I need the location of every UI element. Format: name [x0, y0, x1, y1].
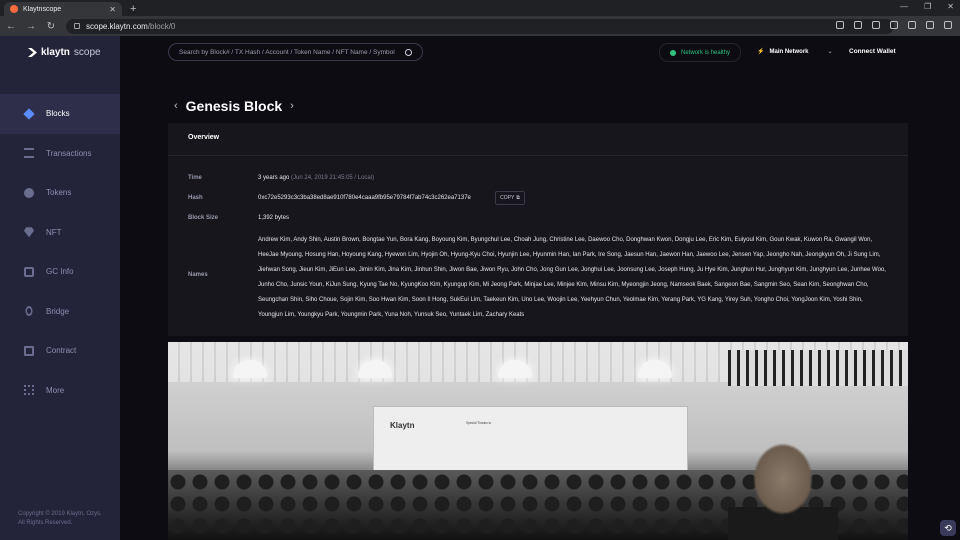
chevron-right-icon[interactable]: ›: [290, 100, 294, 112]
close-window-icon[interactable]: ✕: [947, 2, 954, 11]
network-selector[interactable]: ⚡ Main Network ⌄: [757, 48, 833, 56]
photo-ceiling-slats: [728, 350, 908, 386]
tokens-icon: [24, 187, 34, 198]
hash-label: Hash: [188, 195, 203, 201]
more-icon: [24, 385, 34, 396]
connect-wallet-button[interactable]: Connect Wallet: [849, 48, 896, 55]
sidebar-item-label: Tokens: [46, 188, 72, 198]
overview-card: Overview Time 3 years ago (Jun 24, 2019 …: [168, 123, 908, 336]
sidebar-item-bridge[interactable]: Bridge: [0, 292, 120, 332]
time-label: Time: [188, 175, 202, 181]
sidebar-item-label: Blocks: [46, 109, 70, 119]
extensions-icon[interactable]: [890, 21, 898, 29]
chevron-left-icon[interactable]: ‹: [174, 100, 178, 112]
window-controls: — ❐ ✕: [900, 2, 954, 11]
photo-wall-thanks: Special Thanks to: [466, 421, 492, 425]
bookmark-star-icon[interactable]: [872, 21, 880, 29]
status-dot-icon: [670, 49, 676, 56]
genesis-team-photo: Klaytn Special Thanks to: [168, 342, 908, 540]
logo-suffix: scope: [73, 47, 101, 58]
network-icon: ⚡: [757, 49, 765, 55]
chevron-down-icon: ⌄: [827, 49, 833, 55]
sidebar-item-label: GC Info: [46, 267, 74, 277]
names-label: Names: [188, 272, 208, 278]
sidebar-item-gc-info[interactable]: GC Info: [0, 252, 120, 292]
page-title: Genesis Block: [185, 98, 283, 114]
time-value: 3 years ago (Jun 24, 2019 21:45:05 / Loc…: [258, 175, 374, 181]
page-heading: ‹ Genesis Block ›: [174, 98, 294, 114]
sidebar-item-blocks[interactable]: Blocks: [0, 94, 120, 134]
search-input[interactable]: Search by Block# / TX Hash / Account / T…: [168, 43, 423, 61]
share-icon[interactable]: [854, 21, 862, 29]
logo-brand: klaytn: [41, 47, 70, 58]
browser-tab-bar: Klaytnscope ✕ + — ❐ ✕: [0, 0, 960, 16]
favicon-icon: [10, 5, 18, 13]
cube-icon: [23, 108, 35, 120]
sidebar-item-tokens[interactable]: Tokens: [0, 173, 120, 213]
copy-hash-button[interactable]: COPY ⧉: [495, 191, 525, 205]
search-placeholder: Search by Block# / TX Hash / Account / T…: [179, 48, 395, 56]
sidebar-item-label: Transactions: [46, 148, 92, 158]
menu-icon[interactable]: [944, 21, 952, 29]
overview-title: Overview: [188, 134, 220, 141]
network-name: Main Network: [769, 48, 809, 55]
sidebar-item-label: Bridge: [46, 306, 70, 316]
address-bar[interactable]: scope.klaytn.com /block/0: [66, 18, 894, 34]
lock-icon: [74, 23, 80, 29]
sidebar-item-contract[interactable]: Contract: [0, 331, 120, 371]
bridge-icon: [25, 306, 33, 317]
toolbar-icons: [836, 21, 952, 29]
browser-toolbar: ← → ↻ scope.klaytn.com /block/0: [0, 16, 960, 36]
block-size-label: Block Size: [188, 215, 219, 221]
browser-tab[interactable]: Klaytnscope ✕: [4, 2, 122, 16]
sidebar: klaytn scope Blocks Transactions Tokens …: [0, 36, 120, 540]
sidebar-item-nft[interactable]: NFT: [0, 213, 120, 253]
block-size-value: 1,392 bytes: [258, 215, 290, 221]
forward-icon[interactable]: →: [26, 21, 36, 32]
url-path: /block/0: [147, 21, 176, 31]
sidebar-item-transactions[interactable]: Transactions: [0, 134, 120, 174]
main-content: Search by Block# / TX Hash / Account / T…: [120, 36, 960, 540]
time-detail: (Jun 24, 2019 21:45:05 / Local): [291, 175, 375, 181]
time-relative: 3 years ago: [258, 175, 290, 181]
divider: [168, 155, 908, 156]
sidebar-nav: Blocks Transactions Tokens NFT GC Info B…: [0, 94, 120, 410]
copyright-line: All Rights Reserved.: [18, 520, 73, 526]
tab-title: Klaytnscope: [23, 5, 62, 13]
klaytn-logo-icon: [28, 48, 37, 57]
translate-icon[interactable]: [836, 21, 844, 29]
sidebar-item-more[interactable]: More: [0, 371, 120, 411]
names-value: Andrew Kim, Andy Shin, Austin Brown, Bon…: [258, 237, 886, 318]
contract-icon: [24, 345, 34, 356]
profile-icon[interactable]: [926, 21, 934, 29]
history-icon: ⟲: [944, 522, 952, 533]
network-status-badge: Network is healthy: [659, 43, 742, 62]
copyright-line: Copyright © 2019 Klaytn, Ozys.: [18, 511, 102, 517]
maximize-icon[interactable]: ❐: [924, 2, 931, 11]
sidepanel-icon[interactable]: [908, 21, 916, 29]
copy-label: COPY: [500, 195, 515, 201]
photo-wall-brand: Klaytn: [390, 421, 415, 430]
search-icon[interactable]: [405, 48, 412, 56]
copyright: Copyright © 2019 Klaytn, Ozys. All Right…: [18, 510, 113, 528]
copy-icon: ⧉: [516, 195, 520, 201]
sidebar-item-label: More: [46, 385, 65, 395]
back-icon[interactable]: ←: [6, 21, 16, 32]
sidebar-item-label: Contract: [46, 346, 77, 356]
network-status-text: Network is healthy: [681, 49, 731, 56]
gc-info-icon: [24, 266, 34, 277]
minimize-icon[interactable]: —: [900, 2, 908, 11]
close-tab-icon[interactable]: ✕: [109, 5, 116, 14]
sidebar-item-label: NFT: [46, 227, 62, 237]
reload-icon[interactable]: ↻: [46, 21, 56, 32]
url-host: scope.klaytn.com: [86, 21, 148, 31]
nft-icon: [24, 227, 34, 238]
klaytn-scope-logo[interactable]: klaytn scope: [28, 47, 101, 58]
new-tab-button[interactable]: +: [130, 2, 136, 16]
hash-value: 0xc72e5293c3c3ba38ed8ae910f780e4caaa9fb9…: [258, 195, 471, 201]
presenter-webcam: [728, 437, 838, 540]
transactions-icon: [24, 148, 34, 159]
history-button[interactable]: ⟲: [940, 520, 956, 536]
